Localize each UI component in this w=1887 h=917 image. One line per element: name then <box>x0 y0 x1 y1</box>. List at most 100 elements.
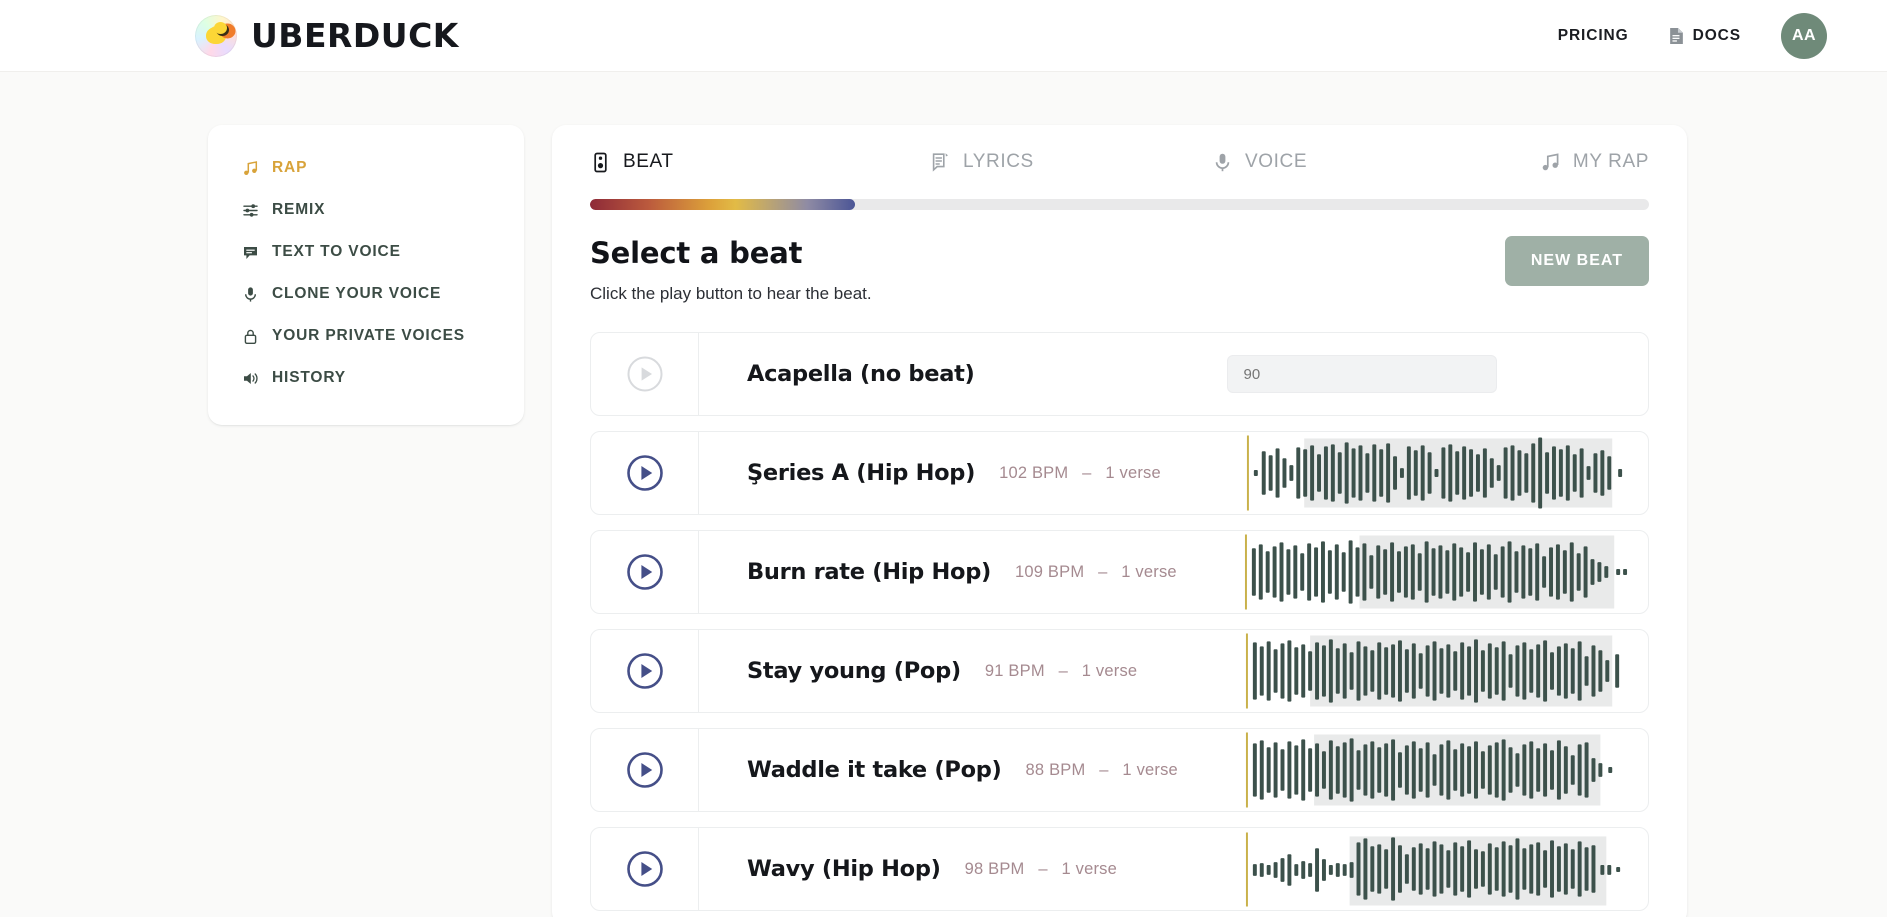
table-row[interactable]: Şeries A (Hip Hop) 102 BPM – 1 verse <box>590 431 1649 515</box>
play-icon[interactable] <box>626 553 664 591</box>
sidebar-item-remix[interactable]: REMIX <box>208 189 524 231</box>
nav-link-docs[interactable]: DOCS <box>1669 27 1741 45</box>
beat-title: Şeries A (Hip Hop) <box>747 460 976 486</box>
beat-title: Wavy (Hip Hop) <box>747 856 941 882</box>
sliders-icon <box>243 203 258 217</box>
beat-meta: 109 BPM – 1 verse <box>1015 563 1177 582</box>
beat-verses: 1 verse <box>1061 859 1118 878</box>
step-progress-bar <box>590 199 1649 210</box>
music-note-icon <box>244 160 258 175</box>
tab-my-rap[interactable]: MY RAP <box>1540 151 1649 173</box>
beat-meta: 88 BPM – 1 verse <box>1026 761 1178 780</box>
tab-lyrics[interactable]: LYRICS <box>930 151 1212 173</box>
waveform[interactable] <box>1243 432 1648 514</box>
table-row[interactable]: Acapella (no beat) <box>590 332 1649 416</box>
app-header: UBERDUCK PRICING DOCS AA <box>0 0 1887 72</box>
sidebar-item-rap[interactable]: RAP <box>208 147 524 189</box>
waveform-svg <box>1244 534 1628 610</box>
play-icon[interactable] <box>626 454 664 492</box>
tab-label: BEAT <box>623 151 674 172</box>
beat-verses: 1 verse <box>1121 562 1177 581</box>
play-icon[interactable] <box>626 850 664 888</box>
beat-verses: 1 verse <box>1081 661 1138 680</box>
app-root: UBERDUCK PRICING DOCS AA RAP REMIX TEXT … <box>0 0 1887 917</box>
play-cell <box>591 630 699 712</box>
lock-icon <box>244 329 257 344</box>
meta-separator: – <box>1082 463 1092 482</box>
sidebar-item-your-private-voices[interactable]: YOUR PRIVATE VOICES <box>208 315 524 357</box>
section-header: Select a beat Click the play button to h… <box>590 236 1649 304</box>
beat-info: Burn rate (Hip Hop) 109 BPM – 1 verse <box>699 531 1243 613</box>
bpm-input[interactable] <box>1226 355 1497 393</box>
waveform[interactable] <box>1243 630 1648 712</box>
play-cell <box>591 729 699 811</box>
meta-separator: – <box>1099 760 1109 779</box>
sidebar-item-label: TEXT TO VOICE <box>272 243 401 260</box>
sidebar-item-history[interactable]: HISTORY <box>208 357 524 399</box>
lyrics-document-icon <box>932 152 948 172</box>
sidebar-item-label: HISTORY <box>272 369 346 386</box>
beat-bpm: 88 BPM <box>1025 760 1086 779</box>
waveform[interactable] <box>1243 729 1648 811</box>
sidebar-item-label: REMIX <box>272 201 326 218</box>
music-note-icon <box>1542 152 1559 170</box>
meta-separator: – <box>1058 661 1068 680</box>
waveform-svg <box>1245 633 1620 709</box>
beat-title: Burn rate (Hip Hop) <box>747 559 991 585</box>
waveform[interactable] <box>1243 828 1648 910</box>
play-icon[interactable] <box>626 652 664 690</box>
page-body: RAP REMIX TEXT TO VOICE CLONE YOUR VOICE… <box>0 72 1887 917</box>
table-row[interactable]: Waddle it take (Pop) 88 BPM – 1 verse <box>590 728 1649 812</box>
sidebar-item-text-to-voice[interactable]: TEXT TO VOICE <box>208 231 524 273</box>
speaker-volume-icon <box>244 372 258 384</box>
main-panel: BEAT LYRICS VOICE MY RAP Select a beat C… <box>552 125 1687 917</box>
beat-bpm: 102 BPM <box>999 463 1069 482</box>
tab-label: VOICE <box>1245 151 1308 172</box>
play-icon[interactable] <box>626 751 664 789</box>
waveform[interactable] <box>1243 531 1648 613</box>
tab-beat[interactable]: BEAT <box>590 151 930 173</box>
beat-meta: 102 BPM – 1 verse <box>999 464 1161 483</box>
beat-info: Şeries A (Hip Hop) 102 BPM – 1 verse <box>699 432 1243 514</box>
brand-logo[interactable]: UBERDUCK <box>195 14 459 57</box>
duck-logo-icon <box>195 14 237 57</box>
step-progress-fill <box>590 199 855 210</box>
tab-voice[interactable]: VOICE <box>1212 151 1512 173</box>
beat-title: Acapella (no beat) <box>747 361 975 387</box>
beat-list: Acapella (no beat) Şeries A (Hip Hop) <box>590 332 1649 911</box>
beat-info: Stay young (Pop) 91 BPM – 1 verse <box>699 630 1243 712</box>
tab-label: MY RAP <box>1572 151 1649 172</box>
meta-separator: – <box>1038 859 1048 878</box>
nav-pricing-label: PRICING <box>1557 26 1629 44</box>
section-text-group: Select a beat Click the play button to h… <box>590 236 872 304</box>
beat-verses: 1 verse <box>1105 463 1161 482</box>
sidebar: RAP REMIX TEXT TO VOICE CLONE YOUR VOICE… <box>208 125 524 425</box>
beat-title: Stay young (Pop) <box>747 658 961 684</box>
sidebar-item-clone-your-voice[interactable]: CLONE YOUR VOICE <box>208 273 524 315</box>
play-cell <box>591 531 699 613</box>
beat-bpm: 98 BPM <box>964 859 1025 878</box>
table-row[interactable]: Stay young (Pop) 91 BPM – 1 verse <box>590 629 1649 713</box>
new-beat-button[interactable]: NEW BEAT <box>1504 236 1649 286</box>
play-icon-disabled[interactable] <box>626 355 664 393</box>
sidebar-item-label: RAP <box>272 159 308 176</box>
beat-bpm: 109 BPM <box>1015 562 1085 581</box>
beat-bpm: 91 BPM <box>984 661 1045 680</box>
meta-separator: – <box>1098 562 1108 581</box>
beat-info: Waddle it take (Pop) 88 BPM – 1 verse <box>699 729 1243 811</box>
microphone-icon <box>1215 153 1230 171</box>
beat-meta: 91 BPM – 1 verse <box>985 662 1137 681</box>
speaker-icon <box>594 152 607 172</box>
waveform-svg <box>1245 732 1613 808</box>
avatar[interactable]: AA <box>1781 12 1827 59</box>
play-cell <box>591 828 699 910</box>
table-row[interactable]: Wavy (Hip Hop) 98 BPM – 1 verse <box>590 827 1649 911</box>
avatar-initials: AA <box>1791 26 1817 44</box>
microphone-icon <box>245 286 256 302</box>
beat-info: Acapella (no beat) <box>699 333 1648 415</box>
beat-title: Waddle it take (Pop) <box>747 757 1002 783</box>
table-row[interactable]: Burn rate (Hip Hop) 109 BPM – 1 verse <box>590 530 1649 614</box>
beat-info: Wavy (Hip Hop) 98 BPM – 1 verse <box>699 828 1243 910</box>
beat-verses: 1 verse <box>1122 760 1178 779</box>
nav-link-pricing[interactable]: PRICING <box>1558 27 1629 45</box>
